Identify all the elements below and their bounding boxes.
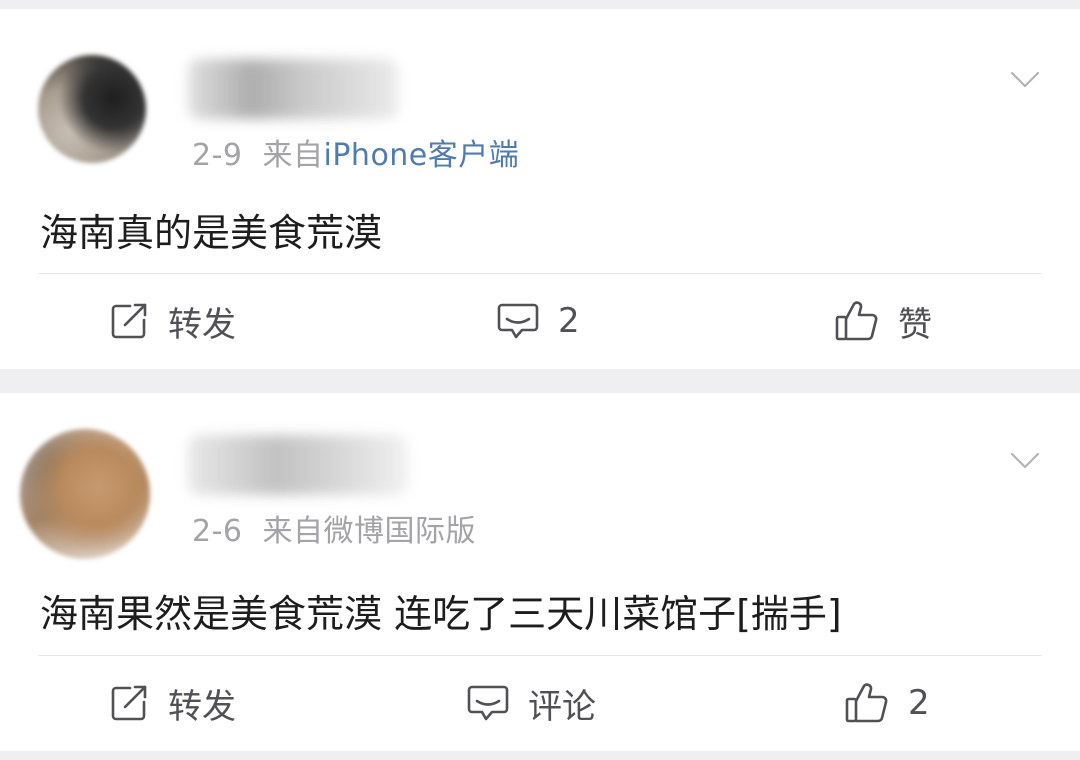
comment-button[interactable]: 评论 bbox=[466, 680, 596, 727]
post-content: 海南真的是美食荒漠 bbox=[40, 211, 383, 255]
source-name: 微博国际版 bbox=[323, 514, 476, 549]
post-date: 2-9 bbox=[192, 138, 243, 173]
divider bbox=[38, 655, 1042, 656]
edit-share-icon bbox=[111, 685, 147, 721]
post-meta: 2-6 来自微博国际版 bbox=[192, 506, 476, 550]
post-meta: 2-9 来自iPhone客户端 bbox=[192, 130, 519, 174]
comment-bubble-icon bbox=[497, 303, 539, 339]
comment-label: 评论 bbox=[528, 686, 596, 727]
like-button[interactable]: 赞 bbox=[834, 298, 932, 345]
source-prefix: 来自 bbox=[262, 514, 324, 549]
repost-button[interactable]: 转发 bbox=[108, 298, 236, 345]
chevron-down-icon[interactable] bbox=[1010, 64, 1040, 94]
repost-label: 转发 bbox=[168, 686, 236, 727]
username-blurred[interactable] bbox=[188, 435, 408, 495]
username-blurred[interactable] bbox=[188, 59, 398, 119]
like-label: 赞 bbox=[898, 304, 932, 345]
comment-count: 2 bbox=[558, 301, 580, 341]
repost-label: 转发 bbox=[168, 304, 236, 345]
avatar[interactable] bbox=[20, 429, 150, 559]
thumbs-up-icon bbox=[845, 683, 888, 723]
post-date: 2-6 bbox=[192, 514, 243, 549]
post-card: 2-9 来自iPhone客户端 海南真的是美食荒漠 转发 2 赞 bbox=[0, 9, 1080, 369]
repost-button[interactable]: 转发 bbox=[108, 680, 236, 727]
avatar[interactable] bbox=[38, 55, 146, 163]
divider bbox=[38, 273, 1042, 274]
comment-bubble-icon bbox=[467, 685, 509, 721]
comment-button[interactable]: 2 bbox=[496, 298, 580, 344]
source-prefix: 来自 bbox=[262, 138, 324, 173]
edit-share-icon bbox=[111, 303, 147, 339]
chevron-down-icon[interactable] bbox=[1010, 445, 1040, 475]
post-content: 海南果然是美食荒漠 连吃了三天川菜馆子[揣手] bbox=[40, 592, 842, 636]
thumbs-up-icon bbox=[835, 301, 878, 341]
source-link[interactable]: iPhone客户端 bbox=[324, 138, 520, 173]
post-card: 2-6 来自微博国际版 海南果然是美食荒漠 连吃了三天川菜馆子[揣手] 转发 评论 bbox=[0, 393, 1080, 751]
like-button[interactable]: 2 bbox=[844, 680, 930, 726]
like-count: 2 bbox=[908, 683, 930, 723]
feed: 2-9 来自iPhone客户端 海南真的是美食荒漠 转发 2 赞 2-6 来自微… bbox=[0, 0, 1080, 760]
